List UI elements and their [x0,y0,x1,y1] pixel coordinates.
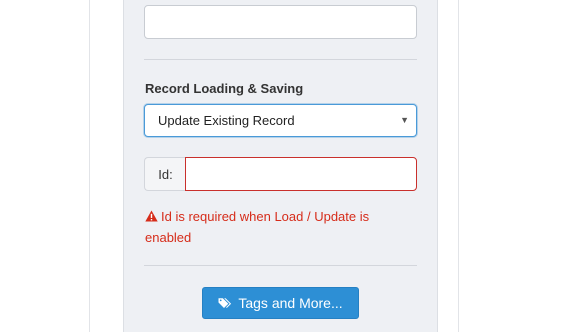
top-text-input[interactable] [144,5,417,39]
outer-divider-left [89,0,90,332]
section-divider-bottom [144,265,417,266]
tags-icon [218,297,232,308]
outer-divider-right [458,0,459,332]
section-divider [144,59,417,60]
tags-and-more-label: Tags and More... [238,295,343,311]
id-input[interactable] [185,157,417,191]
id-error-text: Id is required when Load / Update is ena… [145,209,370,245]
caret-down-icon: ▼ [400,115,409,125]
page-frame: Record Loading & Saving Update Existing … [0,0,570,332]
record-mode-select[interactable]: Update Existing Record ▼ [144,104,417,137]
warning-triangle-icon [145,210,158,222]
id-field-label: Id: [144,157,186,191]
id-error-message: Id is required when Load / Update is ena… [145,206,415,248]
record-loading-label: Record Loading & Saving [145,81,304,96]
tags-and-more-button[interactable]: Tags and More... [202,287,359,319]
record-mode-selected-value: Update Existing Record [158,113,295,128]
